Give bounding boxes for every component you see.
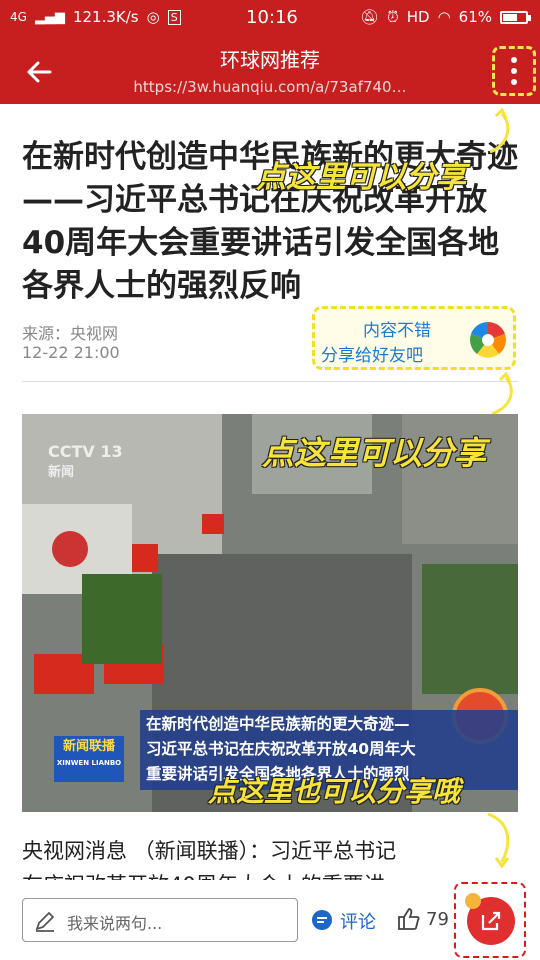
share-button[interactable] xyxy=(454,882,526,958)
share-aperture-icon xyxy=(470,321,506,358)
like-count: 79 xyxy=(426,908,449,930)
caption-line: 在新时代创造中华民族新的更大奇迹— xyxy=(146,715,410,733)
channel-label: CCTV 13 xyxy=(48,442,123,461)
annotation-arrow-icon xyxy=(491,371,513,416)
divider xyxy=(22,381,518,382)
cctv-channel-logo: CCTV 13 新闻 xyxy=(48,442,123,480)
annotation-share-menu: 点这里可以分享 xyxy=(256,160,466,195)
title-bar: 环球网推荐 https://3w.huanqiu.com/a/73af740… xyxy=(0,36,540,104)
share-callout-line2: 分享给好友吧 xyxy=(321,346,423,366)
article-source: 来源：央视网 xyxy=(22,324,119,343)
mute-icon: 🔕︎ xyxy=(359,8,380,26)
bottom-bar: 我来说两句... 评论 79 xyxy=(0,880,540,960)
network-speed: 121.3K/s xyxy=(72,8,139,26)
network-label: 4G xyxy=(10,10,27,24)
pen-icon xyxy=(35,911,55,932)
s-notify-icon: S xyxy=(167,9,181,25)
battery-percent: 61% xyxy=(458,8,492,26)
more-dot-icon xyxy=(511,57,517,63)
channel-sub-label: 新闻 xyxy=(48,465,75,480)
wifi-icon: ◠ xyxy=(437,8,451,26)
comment-bubble-icon xyxy=(312,910,332,930)
page-title: 环球网推荐 xyxy=(220,48,320,72)
coin-badge-icon xyxy=(465,893,481,909)
like-button[interactable]: 79 xyxy=(396,906,449,932)
program-logo-cn: 新闻联播 xyxy=(62,739,115,754)
status-time: 10:16 xyxy=(246,7,298,28)
thumbs-up-icon xyxy=(398,908,420,930)
annotation-arrow-icon xyxy=(489,107,510,154)
annotation-share-callout: 点这里可以分享 xyxy=(262,434,487,472)
status-right: 🔕︎ ⏰︎ HD ◠ 61% xyxy=(359,8,531,26)
comment-label: 评论 xyxy=(340,912,376,933)
app-notify-icon: ◎ xyxy=(146,8,160,26)
more-dot-icon xyxy=(511,79,517,85)
caption-line: 习近平总书记在庆祝改革开放40周年大 xyxy=(146,740,416,758)
page-url: https://3w.huanqiu.com/a/73af740… xyxy=(133,78,407,96)
status-left: 4G ▂▄▆ 121.3K/s ◎ S xyxy=(10,8,181,26)
share-callout-line1: 内容不错 xyxy=(363,321,431,341)
comment-button[interactable]: 评论 xyxy=(310,908,376,934)
hd-label: HD xyxy=(406,8,430,26)
annotation-share-bottom: 点这里也可以分享哦 xyxy=(208,775,461,808)
comment-input[interactable]: 我来说两句... xyxy=(22,898,298,942)
program-logo-en: XINWEN LIANBO xyxy=(56,759,122,767)
alarm-icon: ⏰︎ xyxy=(387,8,399,26)
program-logo: 新闻联播 XINWEN LIANBO xyxy=(54,736,124,782)
battery-icon xyxy=(500,10,531,24)
signal-icon: ▂▄▆ xyxy=(34,9,65,25)
more-dot-icon xyxy=(511,68,517,74)
more-menu-button[interactable] xyxy=(492,46,536,96)
article-date: 12-22 21:00 xyxy=(22,343,120,362)
share-callout-button[interactable]: 内容不错 分享给好友吧 xyxy=(312,306,516,370)
comment-placeholder: 我来说两句... xyxy=(67,914,163,933)
body-line: 央视网消息 （新闻联播）：习近平总书记 xyxy=(22,839,397,863)
status-bar: 4G ▂▄▆ 121.3K/s ◎ S 10:16 🔕︎ ⏰︎ HD ◠ 61% xyxy=(0,0,540,36)
